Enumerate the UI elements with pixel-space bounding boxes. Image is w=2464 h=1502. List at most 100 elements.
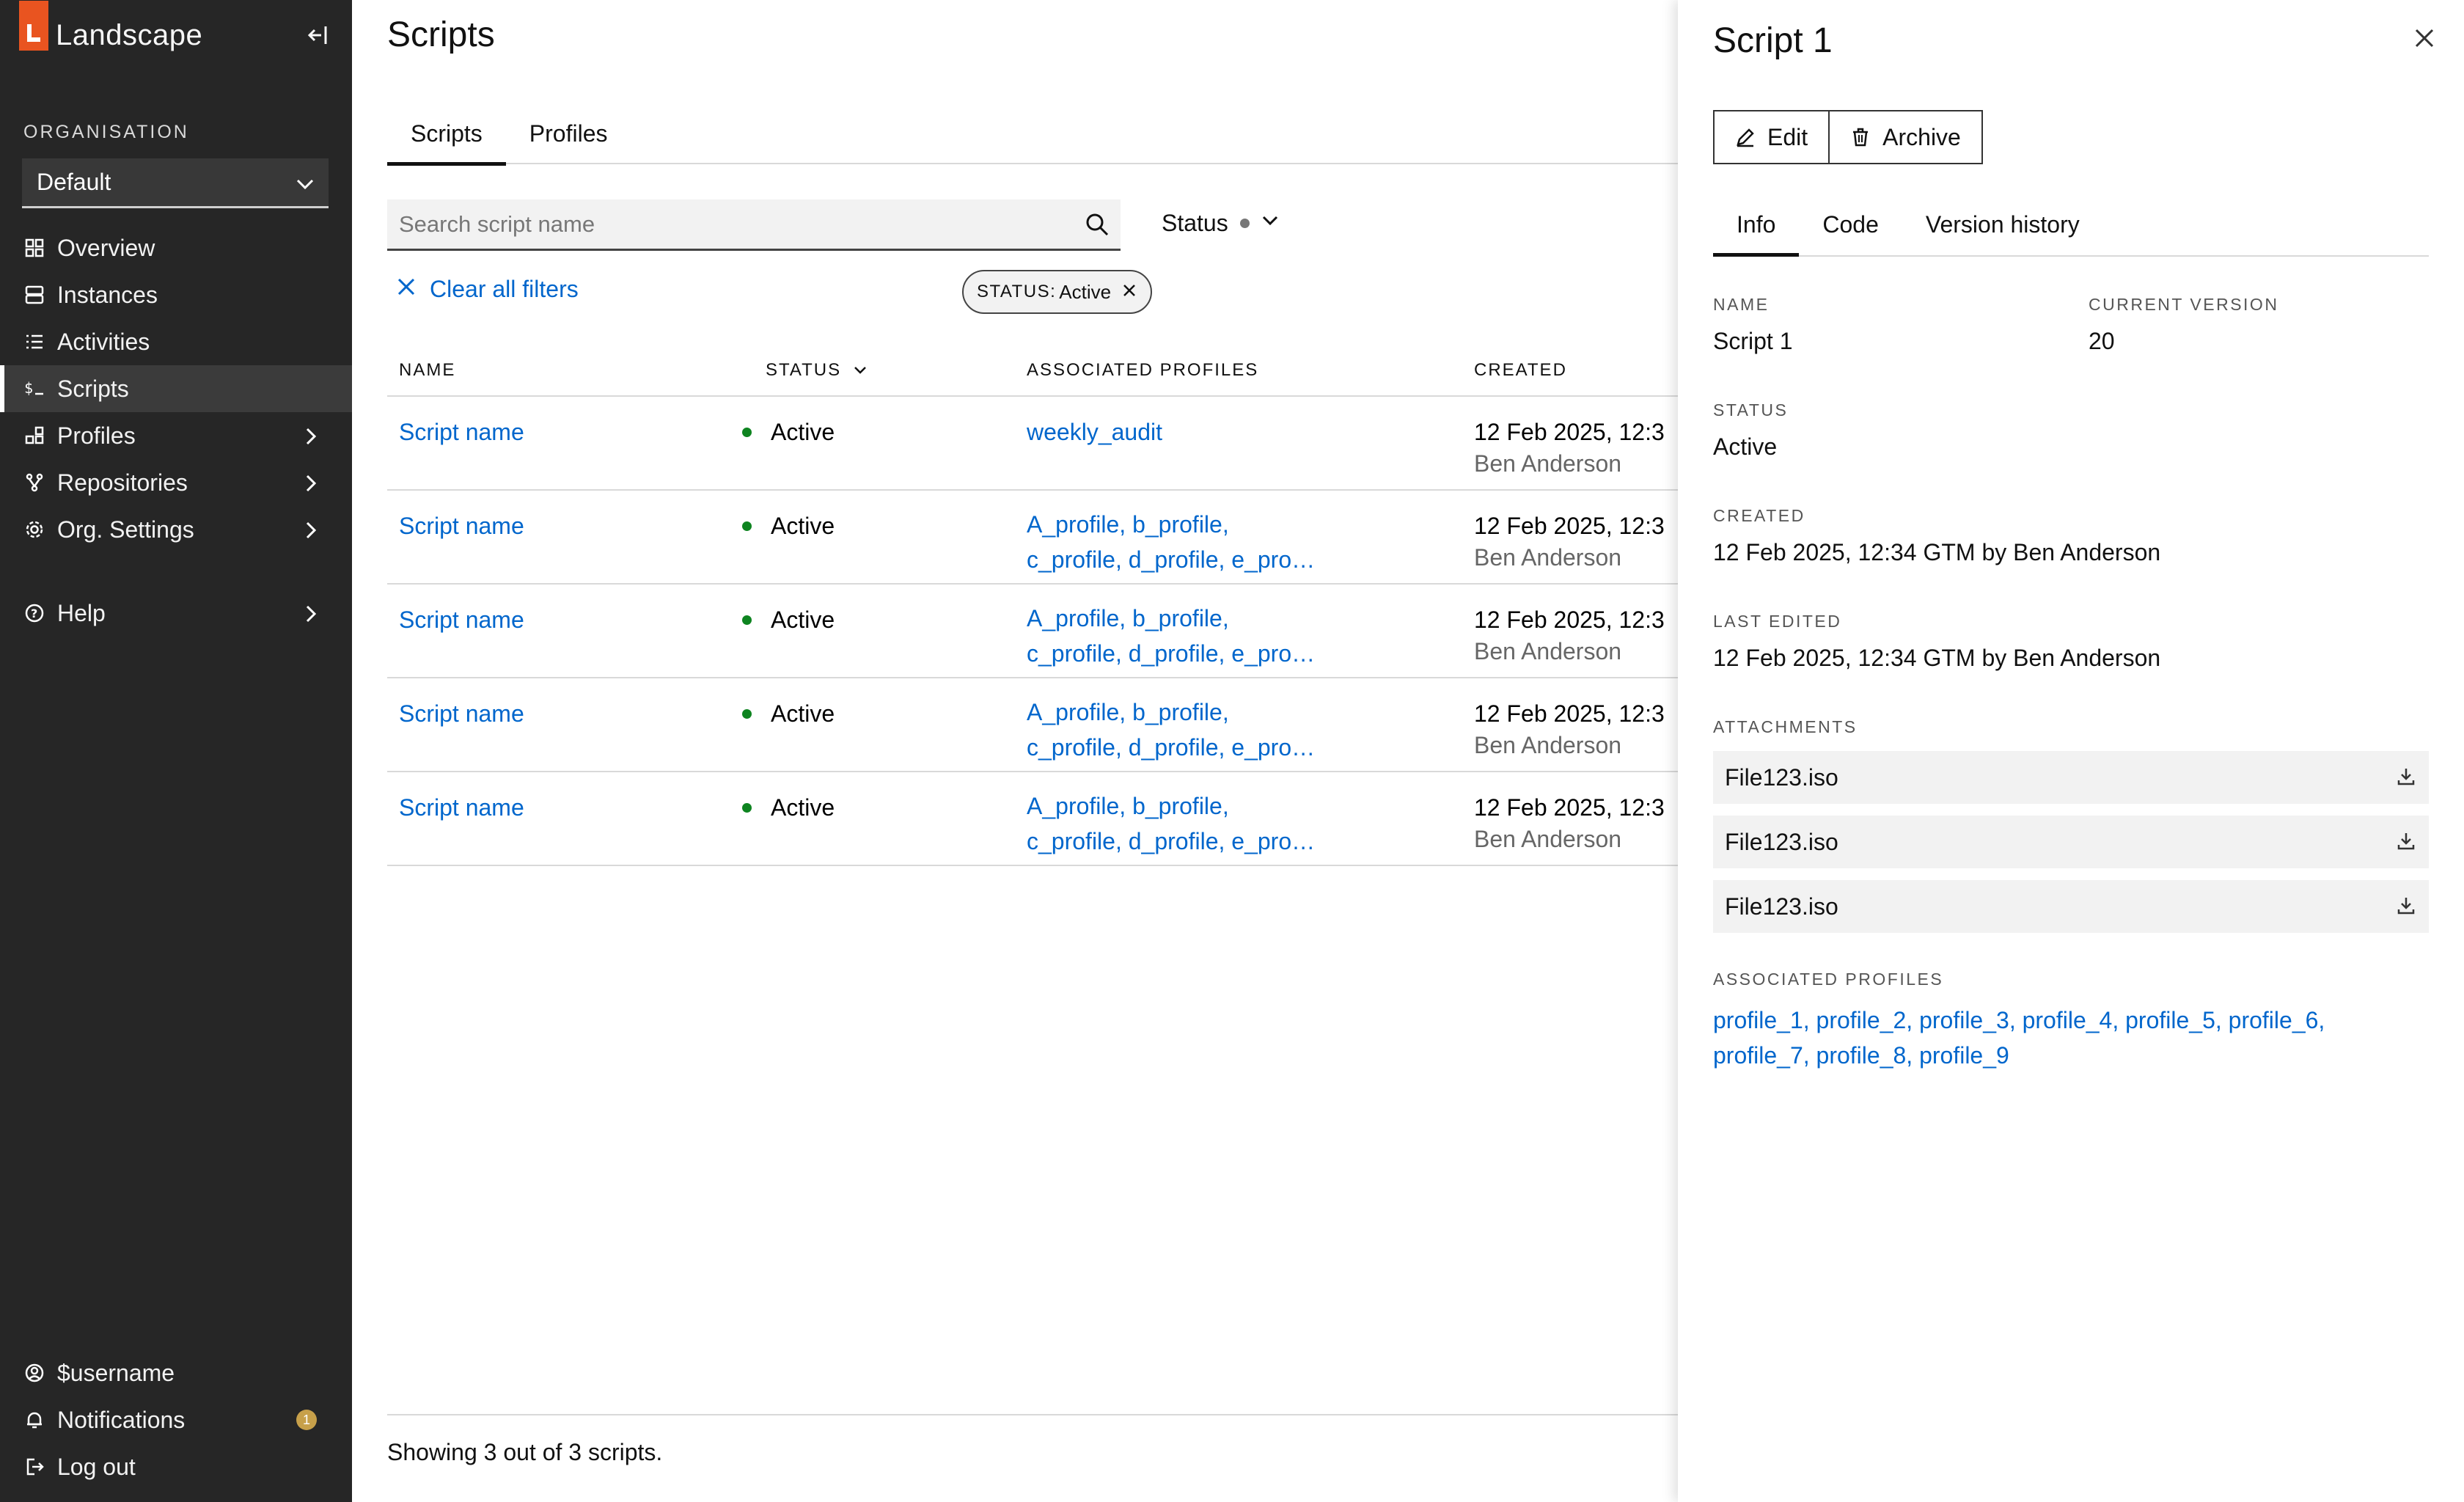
script-status: Active	[771, 794, 835, 821]
field-label: Status	[1713, 400, 1789, 420]
nav-item-repositories[interactable]: Repositories	[0, 459, 352, 506]
download-icon[interactable]	[2395, 766, 2417, 794]
collapse-sidebar-icon[interactable]	[305, 22, 331, 48]
nav-item-profiles[interactable]: Profiles	[0, 412, 352, 459]
created-by: Ben Anderson	[1474, 638, 1622, 664]
script-name-link[interactable]: Script name	[399, 513, 524, 539]
archive-button[interactable]: Archive	[1830, 110, 1983, 164]
repositories-icon	[23, 472, 45, 494]
download-icon[interactable]	[2395, 830, 2417, 858]
activities-icon	[23, 331, 45, 353]
status-filter-chip[interactable]: STATUS: Active	[962, 270, 1153, 314]
tab-version-history[interactable]: Version history	[1902, 194, 2103, 255]
nav-item-logout[interactable]: Log out	[0, 1443, 352, 1490]
nav-label: $username	[57, 1359, 175, 1386]
script-status: Active	[771, 700, 835, 727]
script-status: Active	[771, 513, 835, 539]
nav-item-scripts[interactable]: $ Scripts	[0, 365, 352, 412]
sidebar-bottom: $username Notifications 1 Log out	[0, 1349, 352, 1490]
tab-code[interactable]: Code	[1799, 194, 1902, 255]
brand[interactable]: Landscape	[19, 0, 342, 70]
tab-scripts[interactable]: Scripts	[387, 103, 506, 166]
associated-profiles-link[interactable]: weekly_audit	[1027, 419, 1162, 445]
nav-item-help[interactable]: ? Help	[0, 590, 352, 637]
column-header-status[interactable]: STATUS	[754, 345, 1015, 397]
profiles-line-2: c_profile, d_profile, e_pro…	[1027, 828, 1316, 854]
panel-title: Script 1	[1713, 21, 1833, 60]
associated-profiles-link[interactable]: A_profile, b_profile, c_profile, d_profil…	[1027, 788, 1462, 859]
nav-item-instances[interactable]: Instances	[0, 271, 352, 318]
search-icon[interactable]	[1084, 211, 1110, 241]
field-current-version: Current version 20	[2089, 295, 2278, 355]
profiles-line-2: c_profile, d_profile, e_pro…	[1027, 546, 1316, 573]
chip-key: STATUS:	[977, 282, 1057, 301]
profiles-icon	[23, 425, 45, 447]
field-label: Last edited	[1713, 612, 1842, 631]
sidebar: Landscape Organisation Default Overview	[0, 0, 352, 1502]
field-value: Active	[1713, 433, 1778, 460]
script-name-link[interactable]: Script name	[399, 700, 524, 727]
filter-active-dot	[1239, 219, 1250, 228]
status-filter-label: Status	[1162, 210, 1228, 236]
associated-profiles-links[interactable]: profile_1, profile_2, profile_3, profile…	[1713, 1003, 2429, 1073]
download-icon[interactable]	[2395, 895, 2417, 923]
column-header-associated-profiles: ASSOCIATED PROFILES	[1015, 345, 1462, 397]
profiles-line-1: A_profile, b_profile,	[1027, 699, 1229, 725]
page-title: Scripts	[387, 15, 495, 54]
scripts-table: NAME STATUS ASSOCIATED PROFILES CREATED …	[387, 345, 1678, 866]
field-value: 12 Feb 2025, 12:34 GTM by Ben Anderson	[1713, 645, 2161, 671]
tab-info[interactable]: Info	[1713, 194, 1800, 257]
nav-item-notifications[interactable]: Notifications 1	[0, 1396, 352, 1443]
nav-item-activities[interactable]: Activities	[0, 318, 352, 365]
script-status: Active	[771, 419, 835, 445]
bell-icon	[23, 1409, 45, 1431]
nav-item-username[interactable]: $username	[0, 1349, 352, 1396]
nav-item-overview[interactable]: Overview	[0, 224, 352, 271]
nav-item-org-settings[interactable]: Org. Settings	[0, 506, 352, 553]
main-content: Scripts Scripts Profiles Status Clear al…	[352, 0, 1678, 1502]
created-by: Ben Anderson	[1474, 450, 1622, 477]
pencil-icon	[1735, 127, 1756, 147]
table-row: Script name Active A_profile, b_profile,…	[387, 490, 1678, 585]
chevron-down-icon	[295, 173, 315, 200]
created-date: 12 Feb 2025, 12:3	[1474, 419, 1665, 445]
script-name-link[interactable]: Script name	[399, 419, 524, 445]
archive-label: Archive	[1882, 123, 1961, 150]
field-name: Name Script 1	[1713, 295, 1792, 355]
profiles-line-2: profile_7, profile_8, profile_9	[1713, 1042, 2009, 1069]
tab-profiles[interactable]: Profiles	[506, 103, 631, 164]
close-icon[interactable]	[2413, 26, 2436, 54]
clear-all-filters-button[interactable]: Clear all filters	[396, 276, 579, 303]
svg-text:$: $	[24, 379, 33, 397]
nav-label: Help	[57, 599, 106, 626]
edit-button[interactable]: Edit	[1713, 110, 1830, 164]
profiles-line-1: A_profile, b_profile,	[1027, 511, 1229, 538]
panel-actions: Edit Archive	[1713, 110, 1983, 164]
profiles-line-2: c_profile, d_profile, e_pro…	[1027, 734, 1316, 761]
associated-profiles-link[interactable]: A_profile, b_profile, c_profile, d_profil…	[1027, 601, 1462, 671]
field-label: Name	[1713, 295, 1770, 314]
associated-profiles-link[interactable]: A_profile, b_profile, c_profile, d_profil…	[1027, 695, 1462, 765]
associated-profiles-link[interactable]: A_profile, b_profile, c_profile, d_profil…	[1027, 507, 1462, 577]
table-row: Script name Active A_profile, b_profile,…	[387, 772, 1678, 866]
search-box	[387, 199, 1121, 251]
trash-icon	[1850, 127, 1871, 147]
attachment-filename: File123.iso	[1725, 763, 1838, 791]
nav-label: Org. Settings	[57, 516, 194, 543]
main-tabs: Scripts Profiles	[387, 103, 1678, 166]
nav-label: Instances	[57, 281, 158, 308]
status-filter-dropdown[interactable]: Status	[1162, 210, 1280, 237]
script-name-link[interactable]: Script name	[399, 607, 524, 633]
field-label: Attachments	[1713, 717, 1858, 736]
primary-nav: Overview Instances Activities $ Scripts	[0, 224, 352, 637]
attachment-item[interactable]: File123.iso	[1713, 816, 2429, 868]
search-input[interactable]	[399, 210, 1059, 238]
attachment-item[interactable]: File123.iso	[1713, 751, 2429, 804]
organisation-select[interactable]: Default	[22, 158, 329, 208]
attachment-item[interactable]: File123.iso	[1713, 880, 2429, 933]
script-name-link[interactable]: Script name	[399, 794, 524, 821]
attachment-filename: File123.iso	[1725, 893, 1838, 920]
close-icon[interactable]	[1121, 281, 1137, 304]
created-date: 12 Feb 2025, 12:3	[1474, 513, 1665, 539]
field-value: 12 Feb 2025, 12:34 GTM by Ben Anderson	[1713, 539, 2161, 565]
